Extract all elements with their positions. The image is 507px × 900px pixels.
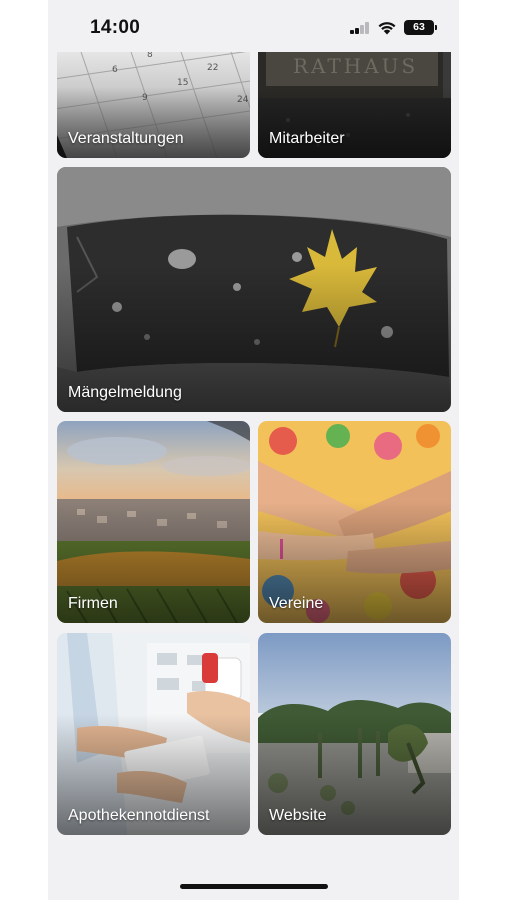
battery-icon: 63 — [404, 20, 434, 35]
svg-text:22: 22 — [207, 63, 218, 73]
wifi-icon — [378, 22, 396, 35]
tile-vereine[interactable]: Vereine — [258, 421, 451, 623]
home-indicator[interactable] — [180, 884, 328, 889]
tile-apothekennotdienst[interactable]: Apothekennotdienst — [57, 633, 250, 835]
tile-firmen[interactable]: Firmen — [57, 421, 250, 623]
cellular-signal-icon — [350, 22, 370, 34]
tile-label: Firmen — [68, 595, 118, 612]
tile-label: Vereine — [269, 595, 324, 612]
svg-text:RATHAUS: RATHAUS — [293, 54, 418, 78]
tile-veranstaltungen[interactable]: 6822 15924 Veranstaltungen — [57, 40, 250, 158]
tile-label: Apothekennotdienst — [68, 807, 210, 824]
battery-tip — [435, 25, 437, 30]
svg-text:6: 6 — [112, 65, 118, 75]
tile-label: Veranstaltungen — [68, 130, 184, 147]
tile-mitarbeiter[interactable]: RATHAUS Mitarbeiter — [258, 40, 451, 158]
tile-maengelmeldung[interactable]: Mängelmeldung — [57, 167, 451, 412]
status-bar: 14:00 63 — [48, 0, 459, 52]
status-time: 14:00 — [90, 17, 141, 38]
tile-label: Mängelmeldung — [68, 384, 182, 401]
tile-label: Website — [269, 807, 327, 824]
app-screen: 14:00 63 6 8 22 15 Veranstaltungen RATHA… — [48, 0, 459, 900]
tile-label: Mitarbeiter — [269, 130, 345, 147]
tile-website[interactable]: Website — [258, 633, 451, 835]
